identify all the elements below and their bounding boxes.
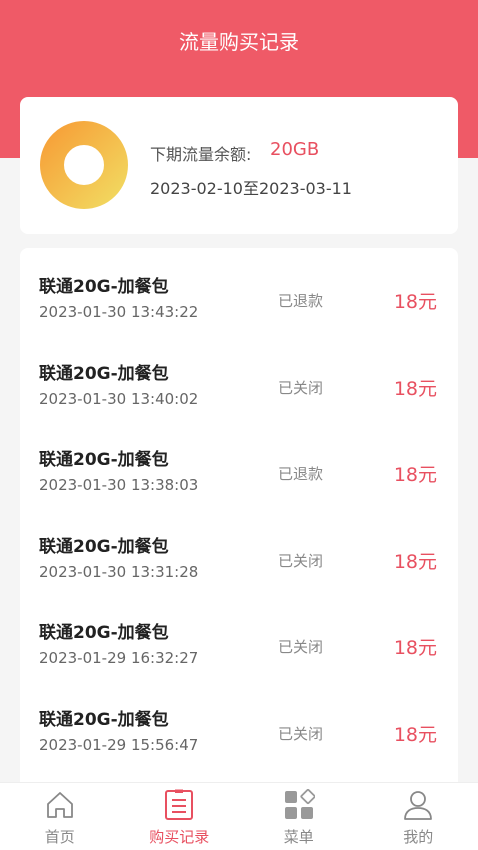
record-status: 已退款 [278,465,324,483]
record-title: 联通20G-加餐包 [39,536,169,557]
user-icon [404,791,433,820]
record-time: 2023-01-30 13:43:22 [39,303,199,321]
record-title: 联通20G-加餐包 [39,623,169,643]
home-icon [46,792,73,818]
record-price: 18元 [393,377,437,400]
record-status: 已退款 [278,292,324,310]
bottom-tab-bar: 首页 购买记录 菜单 我的 [0,782,478,850]
tab-label: 首页 [44,828,75,846]
page-title: 流量购买记录 [179,30,299,54]
tab-label: 购买记录 [149,828,210,846]
record-time: 2023-01-30 13:40:02 [39,389,199,408]
record-status: 已关闭 [278,724,324,743]
record-title: 联通20G-加餐包 [39,450,169,470]
record-price: 18元 [393,464,437,486]
record-time: 2023-01-30 13:31:28 [39,562,199,581]
record-time: 2023-01-29 15:56:47 [39,735,199,754]
list-item[interactable]: 联通20G-加餐包 2023-01-30 13:43:22 已退款 18元 [20,248,458,335]
traffic-donut-icon [40,121,128,209]
tab-profile[interactable]: 我的 [359,783,478,850]
record-status: 已关闭 [278,638,324,656]
balance-value: 20GB [270,139,320,160]
record-title: 联通20G-加餐包 [39,709,169,730]
list-item[interactable]: 联通20G-加餐包 2023-01-29 15:56:47 已关闭 18元 [20,681,458,768]
traffic-summary-card: 下期流量余额: 20GB 2023-02-10至2023-03-11 [20,97,458,234]
record-title: 联通20G-加餐包 [39,363,169,384]
purchase-record-list: 联通20G-加餐包 2023-01-30 13:43:22 已退款 18元 联通… [20,248,458,788]
list-item[interactable]: 联通20G-加餐包 2023-01-30 13:40:02 已关闭 18元 [20,335,458,422]
list-item[interactable]: 联通20G-加餐包 2023-01-30 13:38:03 已退款 18元 [20,421,458,508]
tab-label: 我的 [403,828,434,846]
tab-home[interactable]: 首页 [0,783,120,850]
list-item[interactable]: 联通20G-加餐包 2023-01-29 16:32:27 已关闭 18元 [20,594,458,681]
list-item[interactable]: 联通20G-加餐包 2023-01-30 13:31:28 已关闭 18元 [20,508,458,595]
record-status: 已关闭 [278,378,324,397]
document-list-icon [165,789,194,820]
balance-label: 下期流量余额: [150,145,252,164]
tab-label: 菜单 [283,828,314,846]
record-price: 18元 [393,291,437,313]
tab-purchase-records[interactable]: 购买记录 [120,783,240,850]
grid-menu-icon [284,789,315,819]
tab-menu[interactable]: 菜单 [239,783,359,850]
record-status: 已关闭 [278,551,324,570]
record-time: 2023-01-29 16:32:27 [39,649,199,667]
record-price: 18元 [393,723,437,746]
balance-period: 2023-02-10至2023-03-11 [150,179,352,198]
record-price: 18元 [393,550,437,573]
record-title: 联通20G-加餐包 [39,277,169,297]
record-price: 18元 [393,637,437,659]
record-time: 2023-01-30 13:38:03 [39,476,199,494]
